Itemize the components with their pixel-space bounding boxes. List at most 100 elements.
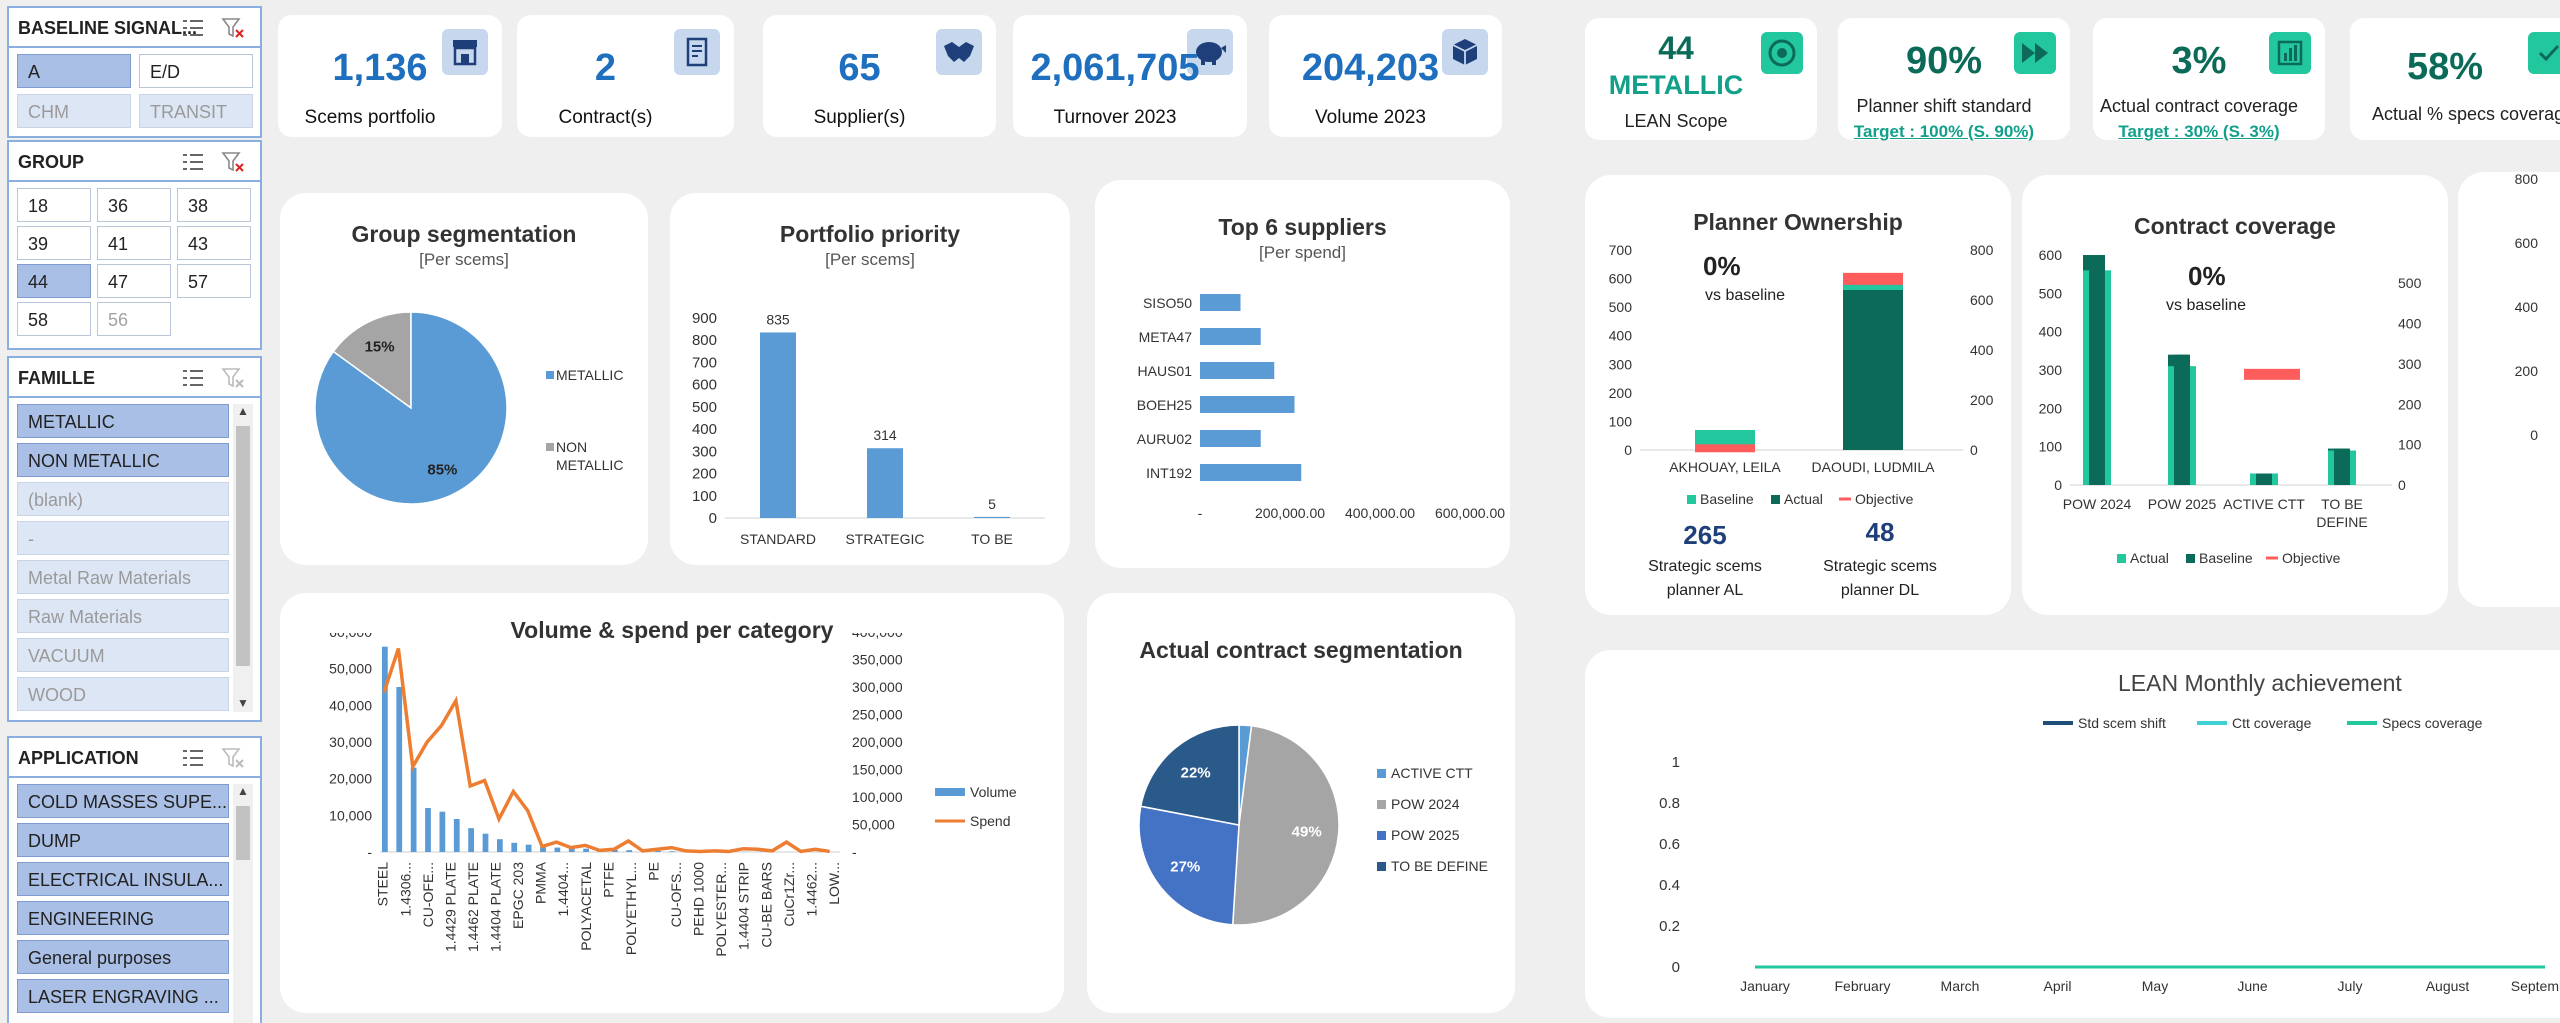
legend-label: Specs coverage: [2382, 715, 2483, 731]
legend-swatch: [2186, 554, 2195, 563]
kpi-label: Scems portfolio: [304, 107, 436, 128]
y-tick-label-left: 100: [2039, 439, 2063, 455]
legend-label: METALLIC: [556, 367, 623, 383]
multi-select-icon[interactable]: [181, 151, 205, 173]
y-tick-label-right: 400,000: [852, 633, 903, 640]
slicer-item[interactable]: TRANSIT: [139, 94, 253, 128]
slicer-item[interactable]: LASER ENGRAVING ...: [17, 979, 229, 1013]
legend-label: POW 2024: [1391, 796, 1460, 812]
y-tick-label: 600: [692, 377, 717, 394]
clear-filter-icon[interactable]: [221, 17, 245, 39]
kpi-card: 65 Supplier(s): [763, 15, 996, 137]
chart-card-volume-spend: Volume & spend per category -10,000 20,00…: [280, 593, 1064, 1013]
y-tick-label-left: 0: [2054, 477, 2062, 493]
multi-select-icon[interactable]: [181, 747, 205, 769]
slicer-item[interactable]: -: [17, 521, 229, 555]
bar-chart: 0 100 200 300 400 500 600 0 100 200 300 400 500 POW 2…: [2039, 247, 2422, 566]
slicer-item[interactable]: 56: [97, 302, 171, 336]
scroll-up-icon[interactable]: ▲: [233, 784, 253, 798]
x-tick-label: 1.4404 PLATE: [488, 862, 504, 952]
clear-filter-icon[interactable]: [221, 747, 245, 769]
slicer-item[interactable]: 18: [17, 188, 91, 222]
kpi-value: 90%: [1905, 40, 1983, 82]
legend-swatch: [546, 443, 554, 451]
aperture-icon: [1761, 32, 1803, 74]
bar: [974, 516, 1010, 518]
y-tick-label: 200: [2515, 363, 2539, 379]
slicer-item[interactable]: ENGINEERING: [17, 901, 229, 935]
slicer-item[interactable]: CHM: [17, 94, 131, 128]
clear-filter-icon[interactable]: [221, 367, 245, 389]
y-tick-label: HAUS01: [1138, 363, 1193, 379]
slicer-item[interactable]: 57: [177, 264, 251, 298]
kpi-value: 2: [594, 47, 617, 89]
slicer-item[interactable]: Metal Raw Materials: [17, 560, 229, 594]
slicer-item[interactable]: WOOD: [17, 677, 229, 711]
pie-chart: 49% 27% 22% ACTIVE CTT POW 2024 POW 2025 TO B…: [1138, 724, 1488, 926]
chart-card-planner-ownership: Planner Ownership 0% vs baseline 0 100 200…: [1585, 175, 2011, 615]
scroll-thumb[interactable]: [236, 426, 250, 666]
clear-filter-icon[interactable]: [221, 151, 245, 173]
slicer-item[interactable]: General purposes: [17, 940, 229, 974]
slicer-item[interactable]: 38: [177, 188, 251, 222]
legend-label: Objective: [1855, 491, 1914, 507]
y-tick-label: 200: [692, 466, 717, 483]
chart-card-partial: 0 200 400 600 800: [2458, 172, 2560, 607]
x-tick-label: POW 2024: [2063, 496, 2132, 512]
bar: [439, 811, 446, 852]
slicer-item[interactable]: A: [17, 54, 131, 88]
y-tick-label-left: -: [367, 844, 372, 860]
kpi-label: LEAN Scope: [1624, 111, 1728, 131]
legend-swatch: [1377, 831, 1386, 840]
slicer-item[interactable]: 44: [17, 264, 91, 298]
y-tick-label-left: 300: [2039, 362, 2063, 378]
kpi-label: Volume 2023: [1315, 107, 1426, 128]
data-label: 27%: [1170, 859, 1200, 876]
slicer-item[interactable]: NON METALLIC: [17, 443, 229, 477]
scroll-down-icon[interactable]: ▼: [233, 696, 253, 710]
lean-kpi-card: 58% Actual % specs coverag: [2350, 18, 2560, 140]
legend-label: ACTIVE CTT: [1391, 765, 1473, 781]
slicer-item[interactable]: 36: [97, 188, 171, 222]
x-tick-label: -: [1198, 505, 1203, 521]
slicer-item[interactable]: ELECTRICAL INSULA...: [17, 862, 229, 896]
bar: [410, 767, 417, 852]
bar: [1695, 444, 1755, 453]
x-tick-label: ACTIVE CTT: [2223, 496, 2305, 512]
bar-chart: 0 200 400 600 800: [2515, 172, 2539, 443]
target-link[interactable]: Target : 30% (S. 3%): [2093, 122, 2305, 142]
slicer-item[interactable]: Raw Materials: [17, 599, 229, 633]
multi-select-icon[interactable]: [181, 367, 205, 389]
slicer-item[interactable]: 47: [97, 264, 171, 298]
scroll-up-icon[interactable]: ▲: [233, 404, 253, 418]
x-tick-label: LOW...: [826, 862, 842, 905]
slicer-application: APPLICATION COLD MASSES SUPE... DUMP ELE…: [7, 736, 262, 1023]
slicer-item[interactable]: E/D: [139, 54, 253, 88]
y-tick-label-right: 500: [2398, 275, 2422, 291]
y-tick-label-left: 300: [1609, 356, 1633, 372]
x-tick-label: CU-OFS...: [668, 862, 684, 927]
y-tick-label: 400: [2515, 299, 2539, 315]
kpi-value: 65: [838, 47, 881, 89]
slicer-item[interactable]: 58: [17, 302, 91, 336]
target-link[interactable]: Target : 100% (S. 90%): [1838, 122, 2050, 142]
slicer-item[interactable]: VACUUM: [17, 638, 229, 672]
y-tick-label-right: 400: [2398, 316, 2422, 332]
slicer-item[interactable]: 41: [97, 226, 171, 260]
slicer-item[interactable]: 43: [177, 226, 251, 260]
slicer-item[interactable]: DUMP: [17, 823, 229, 857]
slicer-item[interactable]: METALLIC: [17, 404, 229, 438]
y-tick-label-right: 0: [2398, 477, 2406, 493]
slicer-item[interactable]: 39: [17, 226, 91, 260]
slicer-item[interactable]: (blank): [17, 482, 229, 516]
scrollbar[interactable]: ▲: [233, 784, 253, 1023]
y-tick-label-right: 350,000: [852, 652, 903, 668]
slicer-famille: FAMILLE METALLIC NON METALLIC (blank) - …: [7, 356, 262, 722]
multi-select-icon[interactable]: [181, 17, 205, 39]
scroll-thumb[interactable]: [236, 806, 250, 860]
scrollbar[interactable]: ▲ ▼: [233, 404, 253, 712]
slicer-item[interactable]: COLD MASSES SUPE...: [17, 784, 229, 818]
lean-kpi-card: 90% Planner shift standard Target : 100%…: [1838, 18, 2070, 142]
kpi-card: 2,061,705 Turnover 2023: [1013, 15, 1247, 137]
kpi-label: Contract(s): [558, 107, 653, 128]
